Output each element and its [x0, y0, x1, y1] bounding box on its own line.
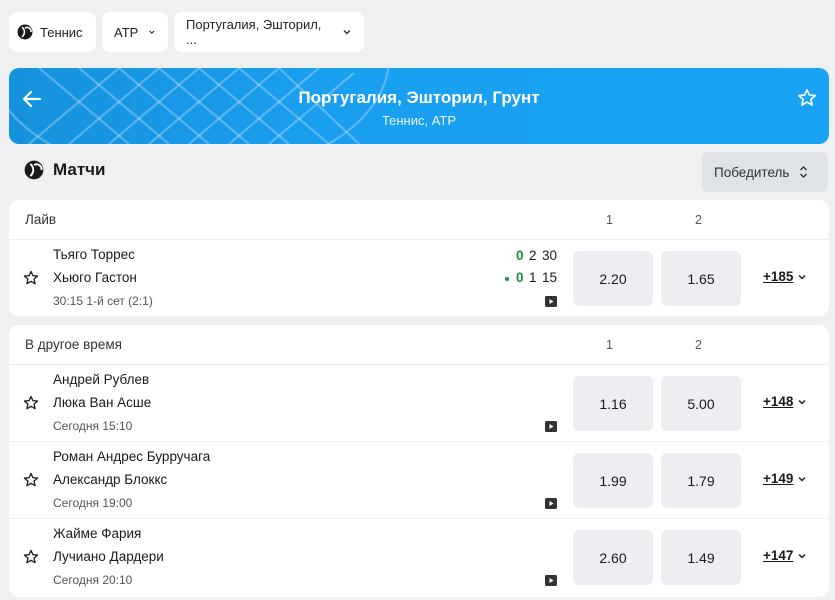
matches-title: Матчи [53, 160, 106, 179]
star-outline-icon[interactable] [23, 395, 39, 411]
star-outline-icon[interactable] [23, 472, 39, 488]
tournament-filter-chip[interactable]: Португалия, Эшторил, ... [174, 12, 364, 52]
live-section: Лайв 1 2 Тьяго Торрес Хьюго Гастон 30:15… [9, 200, 829, 316]
odd-player-2-button[interactable]: 5.00 [661, 376, 741, 431]
more-markets-count: +185 [763, 269, 794, 284]
column-header-2: 2 [695, 213, 702, 227]
player-1-name: Тьяго Торрес [53, 247, 135, 262]
market-select-button[interactable]: Победитель [702, 152, 828, 192]
tour-filter-chip[interactable]: ATP [102, 12, 168, 52]
video-play-icon[interactable] [545, 575, 557, 586]
player-2-name: Люка Ван Асше [53, 395, 152, 410]
player-1-name: Андрей Рублев [53, 372, 150, 387]
column-header-2: 2 [695, 338, 702, 352]
video-play-icon[interactable] [545, 498, 557, 509]
odd-player-2-button[interactable]: 1.65 [661, 251, 741, 306]
star-outline-icon[interactable] [23, 270, 39, 286]
match-start-time: Сегодня 20:10 [53, 573, 133, 587]
player-2-name: Лучиано Дардери [53, 549, 164, 564]
tennis-ball-icon [24, 160, 44, 180]
sort-updown-icon [800, 166, 808, 178]
upcoming-section: В другое время 1 2 Андрей Рублев Люка Ва… [9, 325, 829, 597]
odd-player-1-button[interactable]: 1.16 [573, 376, 653, 431]
match-start-time: Сегодня 19:00 [53, 496, 133, 510]
chevron-down-icon [798, 399, 806, 405]
matches-heading: Матчи [24, 160, 105, 180]
upcoming-section-header: В другое время 1 2 [9, 325, 829, 365]
video-play-icon[interactable] [545, 296, 557, 307]
odd-player-2-button[interactable]: 1.49 [661, 530, 741, 585]
odd-player-1-button[interactable]: 1.99 [573, 453, 653, 508]
chevron-down-icon [798, 553, 806, 559]
sport-filter-chip[interactable]: Теннис [9, 12, 96, 52]
tournament-banner: Португалия, Эшторил, Грунт Теннис, ATP [9, 68, 829, 144]
match-start-time: Сегодня 15:10 [53, 419, 133, 433]
star-outline-icon[interactable] [23, 549, 39, 565]
filter-bar: Теннис ATP Португалия, Эшторил, ... [9, 12, 364, 52]
more-markets-link[interactable]: +147 [763, 548, 807, 563]
player-2-name: Александр Блоккс [53, 472, 168, 487]
match-status: 30:15 1-й сет (2:1) [53, 294, 153, 308]
tournament-filter-label: Португалия, Эшторил, ... [186, 17, 322, 47]
column-header-1: 1 [606, 338, 613, 352]
chevron-down-icon [798, 274, 806, 280]
match-row[interactable]: Андрей Рублев Люка Ван Асше Сегодня 15:1… [9, 365, 829, 442]
live-section-label: Лайв [25, 212, 57, 227]
match-row[interactable]: Жайме Фария Лучиано Дардери Сегодня 20:1… [9, 519, 829, 596]
odd-player-1-button[interactable]: 2.20 [573, 251, 653, 306]
player-2-sets: 0 [516, 270, 524, 285]
star-outline-icon[interactable] [797, 88, 817, 108]
video-play-icon[interactable] [545, 421, 557, 432]
match-row[interactable]: Роман Андрес Бурручага Александр Блоккс … [9, 442, 829, 519]
live-section-header: Лайв 1 2 [9, 200, 829, 240]
player-1-points: 30 [542, 248, 558, 263]
player-2-name: Хьюго Гастон [53, 270, 137, 285]
chevron-down-icon [149, 30, 155, 34]
more-markets-link[interactable]: +185 [763, 269, 807, 284]
tour-filter-label: ATP [114, 24, 139, 40]
more-markets-count: +148 [763, 394, 794, 409]
player-1-games: 2 [529, 248, 537, 263]
player-1-name: Жайме Фария [53, 526, 142, 541]
odd-player-1-button[interactable]: 2.60 [573, 530, 653, 585]
market-select-label: Победитель [714, 164, 790, 180]
player-1-name: Роман Андрес Бурручага [53, 449, 211, 464]
serving-indicator [505, 277, 509, 281]
upcoming-section-label: В другое время [25, 337, 122, 352]
chevron-down-icon [343, 30, 351, 35]
odd-player-2-button[interactable]: 1.79 [661, 453, 741, 508]
sport-filter-label: Теннис [40, 24, 83, 40]
player-2-games: 1 [529, 270, 537, 285]
chevron-down-icon [798, 476, 806, 482]
match-row[interactable]: Тьяго Торрес Хьюго Гастон 30:15 1-й сет … [9, 240, 829, 316]
player-1-sets: 0 [516, 248, 524, 263]
more-markets-count: +147 [763, 548, 794, 563]
more-markets-link[interactable]: +148 [763, 394, 807, 409]
more-markets-count: +149 [763, 471, 794, 486]
tennis-ball-icon [17, 24, 33, 40]
column-header-1: 1 [606, 213, 613, 227]
more-markets-link[interactable]: +149 [763, 471, 807, 486]
tournament-subtitle: Теннис, ATP [381, 113, 457, 128]
player-2-points: 15 [542, 270, 558, 285]
tournament-title: Португалия, Эшторил, Грунт [298, 88, 540, 107]
